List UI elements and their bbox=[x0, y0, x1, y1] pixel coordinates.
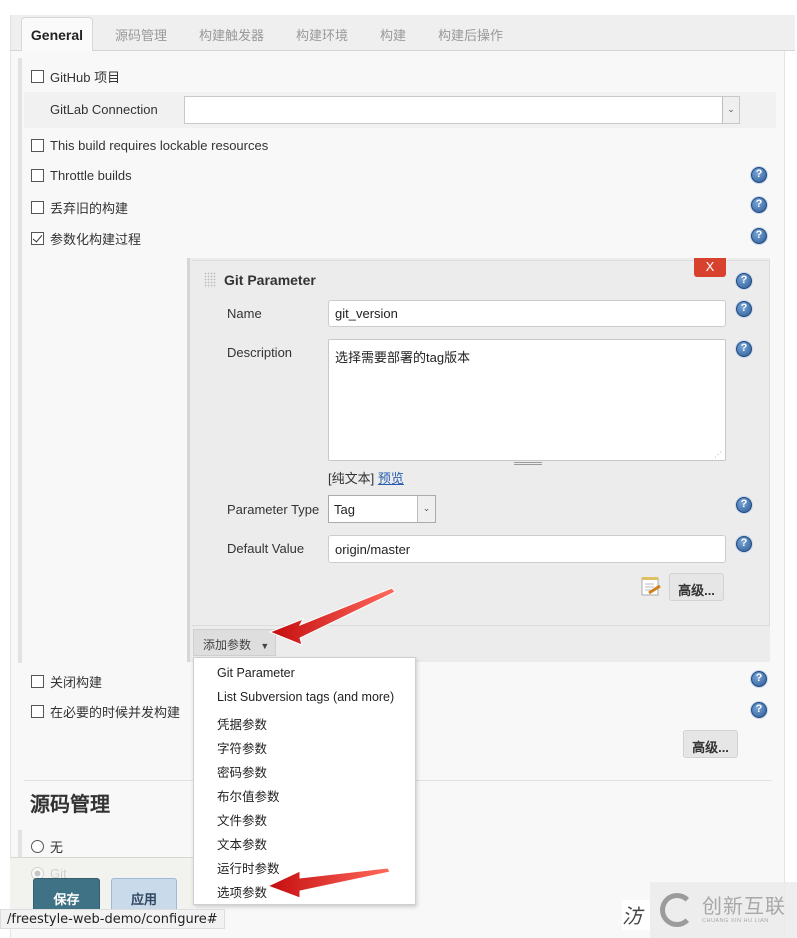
lockable-resources-option[interactable]: This build requires lockable resources bbox=[31, 138, 268, 153]
concurrent-build-checkbox[interactable] bbox=[31, 705, 44, 718]
format-links: [纯文本] 预览 bbox=[328, 468, 404, 487]
concurrent-build-label: 在必要的时候并发构建 bbox=[50, 705, 181, 720]
throttle-builds-option[interactable]: Throttle builds bbox=[31, 168, 132, 183]
add-parameter-button[interactable]: 添加参数 ▼ bbox=[193, 629, 276, 656]
chevron-down-icon[interactable]: ⌄ bbox=[417, 496, 435, 522]
tab-general[interactable]: General bbox=[21, 17, 93, 52]
parameterized-build-option[interactable]: 参数化构建过程 bbox=[31, 229, 141, 248]
param-advanced-button[interactable]: 高级... bbox=[669, 573, 724, 601]
preview-link[interactable]: 预览 bbox=[378, 471, 404, 486]
disable-build-checkbox[interactable] bbox=[31, 675, 44, 688]
throttle-builds-label: Throttle builds bbox=[50, 168, 132, 183]
menu-item-password-parameter[interactable]: 密码参数 bbox=[217, 762, 267, 781]
parameter-type-label: Parameter Type bbox=[227, 502, 320, 517]
menu-item-boolean-parameter[interactable]: 布尔值参数 bbox=[217, 786, 280, 805]
tab-build-environment[interactable]: 构建环境 bbox=[296, 25, 348, 44]
help-icon[interactable]: ? bbox=[751, 228, 767, 244]
menu-item-file-parameter[interactable]: 文件参数 bbox=[217, 810, 267, 829]
help-icon[interactable]: ? bbox=[751, 702, 767, 718]
resize-grip-icon[interactable]: ⋰ bbox=[714, 450, 722, 459]
menu-item-run-parameter[interactable]: 运行时参数 bbox=[217, 858, 280, 877]
save-button[interactable]: 保存 bbox=[33, 878, 100, 912]
lockable-resources-checkbox[interactable] bbox=[31, 139, 44, 152]
chevron-down-icon[interactable]: ⌄ bbox=[722, 97, 739, 123]
menu-item-list-subversion-tags[interactable]: List Subversion tags (and more) bbox=[217, 690, 394, 704]
description-label: Description bbox=[227, 345, 293, 360]
parameterized-build-label: 参数化构建过程 bbox=[50, 232, 142, 247]
help-icon[interactable]: ? bbox=[751, 167, 767, 183]
section-indent-bar bbox=[18, 58, 22, 663]
menu-item-git-parameter[interactable]: Git Parameter bbox=[217, 666, 295, 680]
tab-bar: General 源码管理 构建触发器 构建环境 构建 构建后操作 bbox=[10, 15, 795, 52]
concurrent-build-option[interactable]: 在必要的时候并发构建 bbox=[31, 702, 180, 721]
watermark-en: CHUANG XIN HU LIAN bbox=[702, 918, 769, 924]
watermark-cn: 创新互联 bbox=[702, 896, 786, 918]
general-advanced-button[interactable]: 高级... bbox=[683, 730, 738, 758]
plain-text-label: [纯文本] bbox=[328, 471, 375, 486]
help-icon[interactable]: ? bbox=[736, 497, 752, 513]
delete-parameter-button[interactable]: X bbox=[694, 258, 726, 277]
menu-item-string-parameter[interactable]: 字符参数 bbox=[217, 738, 267, 757]
name-input[interactable]: git_version bbox=[328, 300, 726, 327]
gitlab-connection-label: GitLab Connection bbox=[50, 102, 158, 117]
status-bar-url: /freestyle-web-demo/configure# bbox=[0, 909, 225, 929]
scm-section-title: 源码管理 bbox=[30, 794, 110, 816]
scm-option-none[interactable]: 无 bbox=[31, 837, 63, 856]
tab-scm[interactable]: 源码管理 bbox=[115, 25, 167, 44]
section-indent-bar bbox=[18, 830, 22, 860]
parameter-type-select[interactable]: Tag ⌄ bbox=[328, 495, 436, 523]
github-project-label: GitHub 项目 bbox=[50, 70, 121, 85]
apply-button[interactable]: 应用 bbox=[111, 878, 177, 912]
tab-build-triggers[interactable]: 构建触发器 bbox=[199, 25, 264, 44]
github-project-option[interactable]: GitHub 项目 bbox=[31, 67, 120, 86]
description-textarea[interactable]: 选择需要部署的tag版本 bbox=[328, 339, 726, 461]
gitlab-connection-select[interactable]: ⌄ bbox=[184, 96, 740, 124]
name-label: Name bbox=[227, 306, 262, 321]
discard-old-builds-checkbox[interactable] bbox=[31, 201, 44, 214]
help-icon[interactable]: ? bbox=[751, 197, 767, 213]
menu-item-credentials-parameter[interactable]: 凭据参数 bbox=[217, 714, 267, 733]
discard-old-builds-label: 丢弃旧的构建 bbox=[50, 201, 129, 216]
disable-build-label: 关闭构建 bbox=[50, 675, 103, 690]
menu-item-choice-parameter[interactable]: 选项参数 bbox=[217, 882, 267, 901]
disable-build-option[interactable]: 关闭构建 bbox=[31, 672, 102, 691]
drag-handle-icon[interactable] bbox=[204, 272, 216, 288]
add-parameter-menu: Git Parameter List Subversion tags (and … bbox=[193, 657, 416, 905]
tab-build[interactable]: 构建 bbox=[380, 25, 406, 44]
parameterized-build-checkbox[interactable] bbox=[31, 232, 44, 245]
help-icon[interactable]: ? bbox=[751, 671, 767, 687]
git-parameter-title: Git Parameter bbox=[224, 272, 316, 288]
watermark: 创新互联 CHUANG XIN HU LIAN bbox=[650, 882, 797, 938]
lockable-resources-label: This build requires lockable resources bbox=[50, 138, 269, 153]
help-icon[interactable]: ? bbox=[736, 273, 752, 289]
menu-item-text-parameter[interactable]: 文本参数 bbox=[217, 834, 267, 853]
watermark-logo-icon bbox=[660, 893, 694, 927]
default-value-label: Default Value bbox=[227, 541, 305, 556]
default-value-input[interactable]: origin/master bbox=[328, 535, 726, 563]
caret-down-icon: ▼ bbox=[260, 641, 270, 651]
textarea-resize-handle[interactable] bbox=[514, 462, 542, 465]
watermark-fragment-icon: 汸 bbox=[622, 900, 650, 930]
notepad-edit-icon[interactable] bbox=[640, 575, 662, 597]
help-icon[interactable]: ? bbox=[736, 536, 752, 552]
scm-none-label: 无 bbox=[50, 840, 64, 855]
tab-post-build[interactable]: 构建后操作 bbox=[438, 25, 503, 44]
help-icon[interactable]: ? bbox=[736, 341, 752, 357]
discard-old-builds-option[interactable]: 丢弃旧的构建 bbox=[31, 198, 128, 217]
github-project-checkbox[interactable] bbox=[31, 70, 44, 83]
scm-none-radio[interactable] bbox=[31, 840, 44, 853]
throttle-builds-checkbox[interactable] bbox=[31, 169, 44, 182]
help-icon[interactable]: ? bbox=[736, 301, 752, 317]
